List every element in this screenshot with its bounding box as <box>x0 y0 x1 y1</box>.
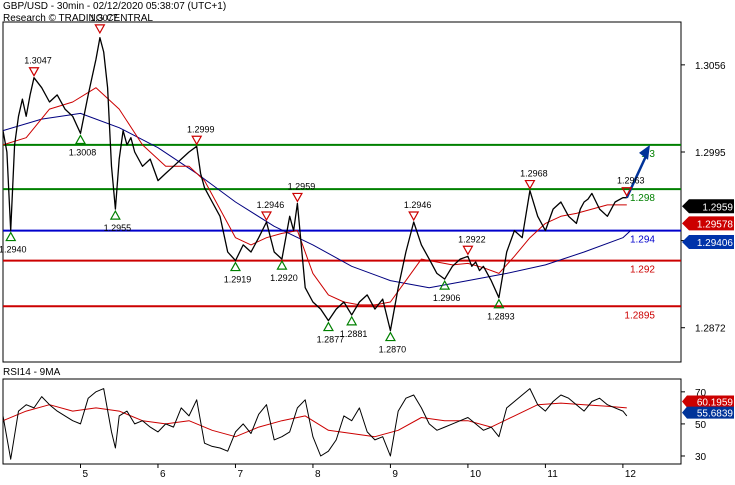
price-y-axis: 1.30561.29951.29331.2872 <box>681 61 726 335</box>
rsi-tick-label-1: 50 <box>695 420 707 431</box>
swing-high-label-2: 1.2999 <box>187 124 215 134</box>
swing-high-label-6: 1.2922 <box>458 234 486 244</box>
x-tick-label-1: 6 <box>160 469 166 480</box>
swing-low-label-1: 1.3008 <box>69 147 97 157</box>
swing-low-label-4: 1.2920 <box>270 273 298 283</box>
rsi-y-axis: 70503060.195955.6839 <box>681 388 734 463</box>
swing-high-label-0: 1.3047 <box>24 56 52 66</box>
chart-canvas: 1.31.2981.2941.2921.2895 1.29401.30081.2… <box>0 13 734 480</box>
rsi-tick-label-2: 30 <box>695 452 707 463</box>
price-badge-label-0: 1.2959 <box>702 202 733 213</box>
date-x-axis: 5 6 7 8 9 10 11 12 <box>79 464 637 480</box>
price-badge-label-1: 1.29578 <box>697 219 734 230</box>
x-tick-label-5: 10 <box>470 469 482 480</box>
price-badges: 1.2959 1.29578 1.29406 <box>682 199 734 249</box>
level-label-1: 1.298 <box>630 193 655 204</box>
x-tick-label-3: 8 <box>315 469 321 480</box>
level-label-2: 1.294 <box>630 235 655 246</box>
swing-low-label-8: 1.2906 <box>433 293 461 303</box>
swing-low-label-6: 1.2881 <box>340 329 368 339</box>
chart-title: GBP/USD - 30min - 02/12/2020 05:38:07 (U… <box>3 1 227 12</box>
level-label-4: 1.2895 <box>624 310 655 321</box>
swing-high-label-4: 1.2959 <box>288 181 316 191</box>
swing-high-label-3: 1.2946 <box>257 200 285 210</box>
swing-high-label-7: 1.2968 <box>520 169 548 179</box>
swing-low-label-7: 1.2870 <box>379 345 407 355</box>
x-tick-label-4: 9 <box>392 469 398 480</box>
x-tick-label-0: 5 <box>82 469 88 480</box>
swing-low-label-2: 1.2955 <box>104 223 132 233</box>
x-tick-label-6: 11 <box>547 469 558 480</box>
level-label-3: 1.292 <box>630 265 655 276</box>
swing-high-label-8: 1.2963 <box>617 176 645 186</box>
x-tick-label-2: 7 <box>237 469 243 480</box>
chart-stage: 1.31.2981.2941.2921.2895 1.29401.30081.2… <box>0 0 735 480</box>
rsi-panel-title: RSI14 - 9MA <box>3 367 61 378</box>
price-tick-label-0: 1.3056 <box>695 61 726 72</box>
price-tick-label-3: 1.2872 <box>695 324 726 335</box>
chart-subtitle: Research © TRADING CENTRAL <box>3 13 153 24</box>
swing-low-label-0: 1.2940 <box>0 245 27 255</box>
swing-low-label-3: 1.2919 <box>224 275 252 285</box>
price-panel-frame <box>2 21 682 363</box>
swing-low-label-9: 1.2893 <box>487 312 515 322</box>
swing-high-label-5: 1.2946 <box>404 200 432 210</box>
price-tick-label-1: 1.2995 <box>695 148 726 159</box>
rsi-badge-label-1: 55.6839 <box>697 409 734 420</box>
price-badge-label-2: 1.29406 <box>697 238 734 249</box>
x-tick-label-7: 12 <box>625 469 637 480</box>
